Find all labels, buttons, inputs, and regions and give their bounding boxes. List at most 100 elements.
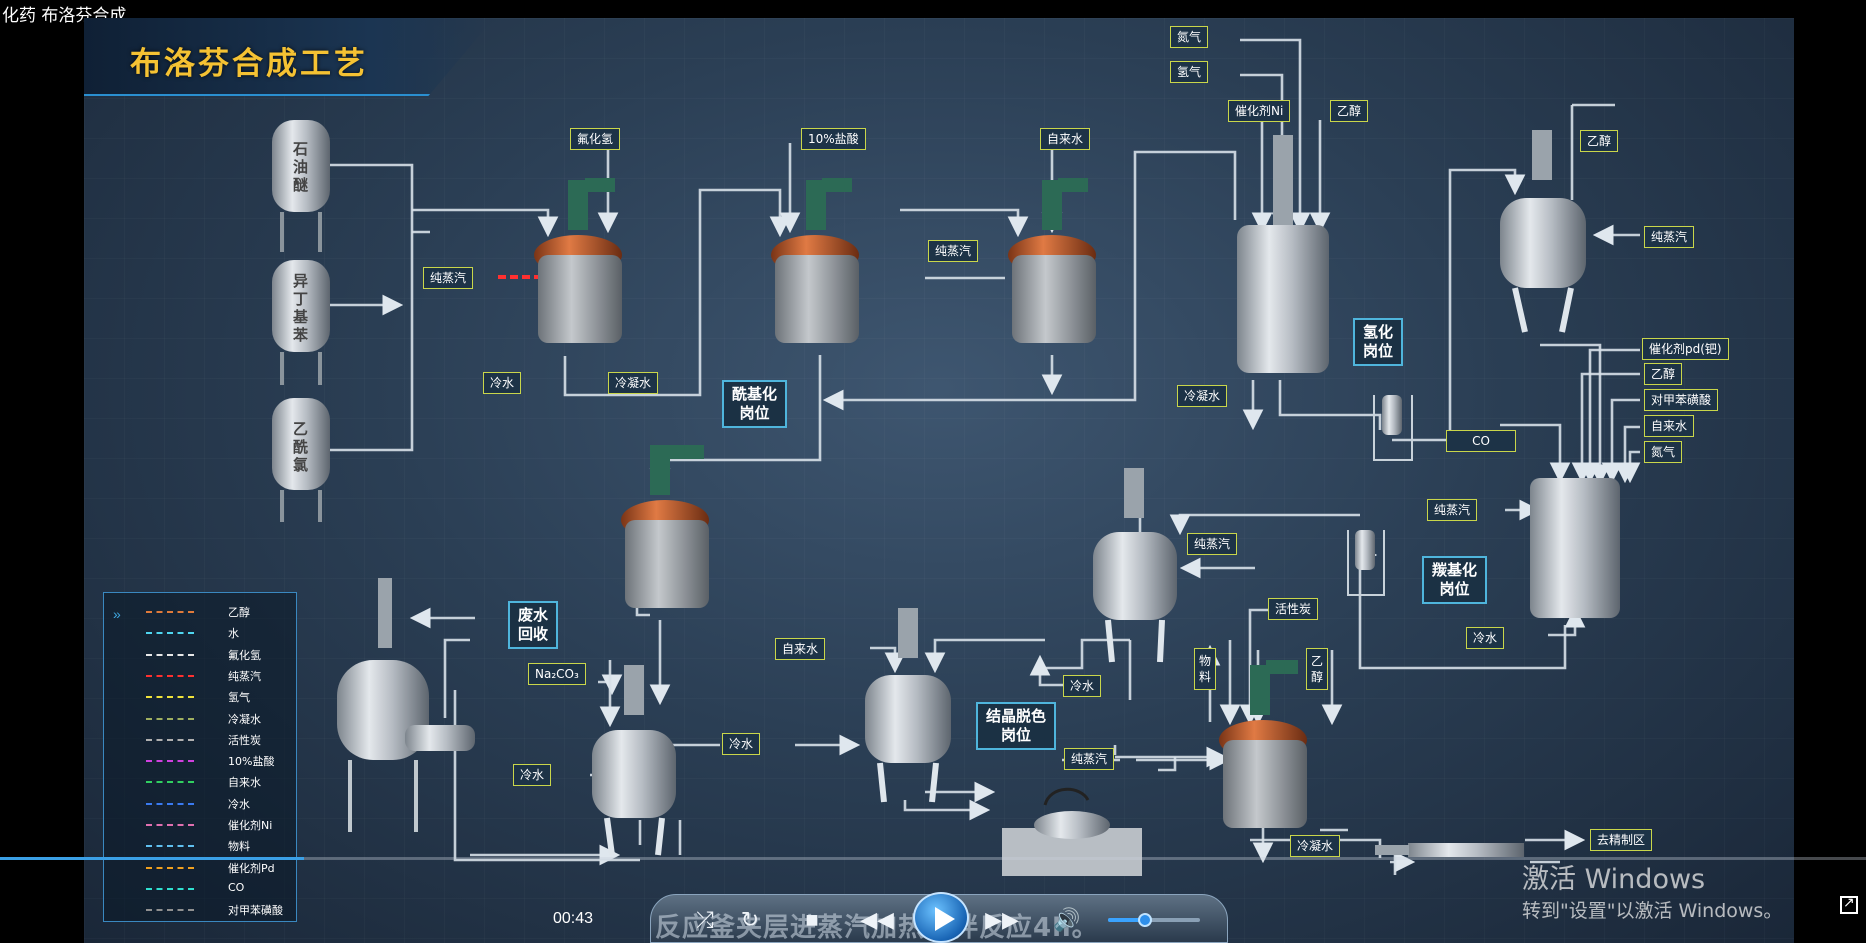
label-cold-water-1: 冷水 — [483, 372, 522, 394]
legend-item: 对甲苯磺酸 — [104, 899, 294, 920]
label-ethanol-1: 乙醇 — [1330, 100, 1369, 122]
previous-icon[interactable]: ◀◀ — [860, 905, 894, 935]
legend-item: 氢气 — [104, 686, 294, 707]
label-material: 物料 — [1194, 648, 1216, 690]
label-catalyst-pd: 催化剂pd(钯) — [1642, 338, 1729, 360]
legend-label: 10%盐酸 — [228, 755, 275, 769]
label-hcl-10: 10%盐酸 — [801, 128, 866, 150]
label-nitrogen-1: 氮气 — [1170, 26, 1209, 48]
legend-label: 冷凝水 — [228, 712, 261, 726]
screen: 化药 布洛芬合成 布洛芬合成工艺 石油醚 异丁基苯 乙酰氯 氟化氢 10%盐酸 … — [0, 0, 1866, 943]
label-condensate-2: 冷凝水 — [1177, 385, 1228, 407]
legend-pointer-icon: » — [113, 606, 121, 622]
dryer-pipe — [1375, 843, 1524, 857]
legend-item: 冷凝水 — [104, 708, 294, 729]
hydrogenation-vessel — [1237, 135, 1329, 373]
label-steam-3: 纯蒸汽 — [1644, 226, 1695, 248]
legend-line — [146, 824, 194, 826]
shuffle-icon[interactable]: ⤮ — [688, 905, 722, 935]
label-ethanol-2: 乙醇 — [1580, 130, 1619, 152]
legend-label: 冷水 — [228, 797, 250, 811]
label-steam-6: 纯蒸汽 — [1064, 748, 1115, 770]
legend-item: 自来水 — [104, 771, 294, 792]
legend-line — [146, 717, 194, 720]
legend-line — [146, 802, 194, 805]
label-steam-2: 纯蒸汽 — [928, 240, 979, 262]
legend-line — [146, 760, 194, 763]
legend-label: 氢气 — [228, 691, 250, 705]
legend-label: 氟化氢 — [228, 648, 261, 662]
legend-line — [146, 674, 194, 677]
legend-item: 冷水 — [104, 793, 294, 814]
station-crystallization[interactable]: 结晶脱色 岗位 — [976, 702, 1057, 750]
legend-label: 活性炭 — [228, 733, 261, 747]
volume-slider[interactable] — [1108, 913, 1200, 927]
legend-panel: 乙醇水氟化氢 纯蒸汽 氢气 冷凝水 活性炭 10%盐酸 自来水 冷水 催化剂Ni 物料 催化剂Pd C… — [103, 592, 297, 922]
legend-label: 催化剂Ni — [228, 819, 273, 832]
legend-line — [146, 781, 194, 784]
label-catalyst-ni: 催化剂Ni — [1228, 100, 1291, 122]
legend-line — [146, 632, 194, 635]
station-hydrogenation[interactable]: 氢化 岗位 — [1353, 318, 1404, 366]
acylation-reactor-3 — [1008, 178, 1096, 343]
legend-item: 纯蒸汽 — [104, 665, 294, 686]
tank-label-acetyl-chloride: 乙酰氯 — [293, 420, 309, 474]
label-tap-water-2: 自来水 — [1644, 415, 1695, 437]
repeat-icon[interactable]: ↻ — [733, 905, 767, 935]
legend-label: 水 — [228, 627, 239, 641]
play-button[interactable] — [913, 892, 969, 943]
legend-line — [146, 887, 194, 890]
label-cold-water-3: 冷水 — [1063, 675, 1102, 697]
label-condensate-1: 冷凝水 — [608, 372, 659, 394]
legend-item: 乙醇 — [104, 601, 294, 622]
legend-label: 物料 — [228, 840, 250, 854]
station-acylation[interactable]: 酰基化 岗位 — [722, 380, 788, 428]
legend-item: 活性炭 — [104, 729, 294, 750]
decolor-reactor — [1219, 660, 1307, 828]
label-tap-water-1: 自来水 — [1040, 128, 1091, 150]
station-carbonylation[interactable]: 羰基化 岗位 — [1422, 556, 1488, 604]
activation-watermark-hint: 转到"设置"以激活 Windows。 — [1522, 900, 1783, 922]
legend-line — [146, 653, 194, 656]
station-wastewater[interactable]: 废水 回收 — [508, 601, 559, 649]
next-icon[interactable]: ▶▶ — [985, 905, 1019, 935]
legend-line — [146, 738, 194, 741]
legend-line — [146, 845, 194, 848]
expand-icon[interactable] — [1840, 894, 1858, 914]
legend-item: 物料 — [104, 835, 294, 856]
filter-small-2 — [1347, 530, 1385, 596]
legend-item: 10%盐酸 — [104, 750, 294, 771]
legend-item: 水 — [104, 622, 294, 643]
legend-label: CO — [228, 880, 245, 894]
legend-item: 催化剂Ni — [104, 814, 294, 835]
video-progress-fill — [0, 857, 305, 860]
label-hf: 氟化氢 — [570, 128, 621, 150]
label-co: CO — [1446, 430, 1516, 452]
page-title: 布洛芬合成工艺 — [130, 46, 368, 82]
label-cold-water-5: 冷水 — [513, 764, 552, 786]
label-steam-4: 纯蒸汽 — [1427, 499, 1478, 521]
stop-icon[interactable]: ■ — [795, 905, 829, 935]
reactor-4 — [621, 445, 709, 608]
label-cold-water-4: 冷水 — [722, 733, 761, 755]
label-activated-carbon: 活性炭 — [1268, 598, 1319, 620]
acylation-reactor-2 — [771, 178, 859, 343]
legend-line — [146, 909, 194, 912]
label-na2co3: Na₂CO₃ — [528, 663, 586, 685]
label-condensate-3: 冷凝水 — [1290, 835, 1341, 857]
label-ethanol-3: 乙醇 — [1644, 363, 1683, 385]
label-tap-water-3: 自来水 — [775, 638, 826, 660]
tank-label-petroleum-ether: 石油醚 — [293, 140, 309, 194]
tank-label-isobutylbenzene: 异丁基苯 — [293, 272, 309, 344]
volume-knob[interactable] — [1137, 913, 1152, 927]
label-to-refine: 去精制区 — [1590, 829, 1653, 851]
legend-label: 自来水 — [228, 776, 261, 790]
volume-icon[interactable]: 🔊 — [1050, 905, 1084, 935]
legend-item: 氟化氢 — [104, 644, 294, 665]
label-nitrogen-2: 氮气 — [1644, 441, 1683, 463]
legend-item: CO — [104, 878, 294, 899]
legend-line — [146, 611, 194, 613]
crystallizer-2 — [865, 608, 951, 803]
label-tosic-acid: 对甲苯磺酸 — [1644, 389, 1719, 411]
activation-watermark-title: 激活 Windows — [1522, 864, 1706, 895]
